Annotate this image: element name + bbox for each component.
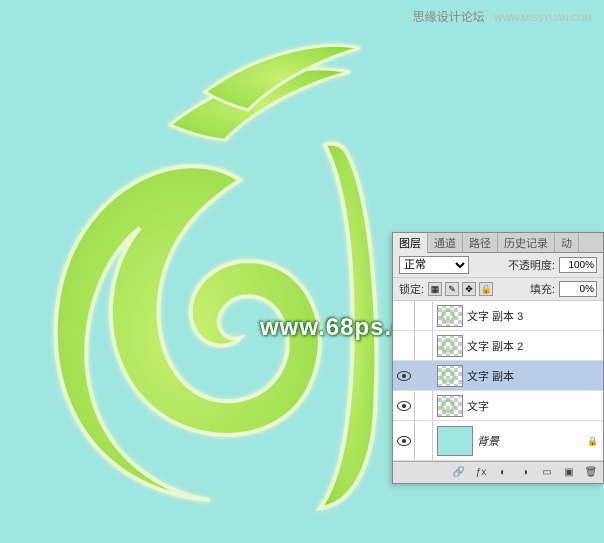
layer-name[interactable]: 背景 — [477, 433, 587, 449]
layer-name[interactable]: 文字 — [467, 398, 603, 414]
layer-thumbnail[interactable] — [437, 426, 473, 456]
visibility-toggle[interactable] — [393, 331, 415, 360]
tab-history[interactable]: 历史记录 — [498, 233, 555, 253]
eye-icon — [397, 371, 411, 381]
fill-input[interactable] — [559, 281, 597, 297]
fx-icon[interactable]: ƒx — [473, 466, 489, 480]
adjustment-icon[interactable]: ◑ — [517, 466, 533, 480]
lock-icon: 🔒 — [587, 436, 597, 446]
link-col[interactable] — [415, 361, 433, 390]
eye-icon — [397, 401, 411, 411]
lock-all-icon[interactable]: 🔒 — [479, 282, 493, 296]
layer-row[interactable]: 背景 🔒 — [393, 421, 603, 461]
watermark-top-text: 思缘设计论坛 — [413, 10, 485, 24]
panel-tabs: 图层 通道 路径 历史记录 动 — [393, 233, 603, 253]
layer-thumbnail[interactable] — [437, 305, 463, 327]
logo-graphic — [30, 30, 400, 520]
trash-icon[interactable]: 🗑 — [583, 466, 599, 480]
opacity-input[interactable] — [559, 257, 597, 273]
visibility-toggle[interactable] — [393, 361, 415, 390]
lock-label: 锁定: — [399, 281, 424, 297]
folder-icon[interactable]: ▭ — [539, 466, 555, 480]
tab-channels[interactable]: 通道 — [428, 233, 463, 253]
tab-layers[interactable]: 图层 — [393, 233, 428, 253]
layer-name[interactable]: 文字 副本 2 — [467, 338, 603, 354]
mask-icon[interactable]: ◐ — [495, 466, 511, 480]
eye-icon — [397, 436, 411, 446]
layer-row[interactable]: 文字 — [393, 391, 603, 421]
layer-row[interactable]: 文字 副本 3 — [393, 301, 603, 331]
layer-thumbnail[interactable] — [437, 335, 463, 357]
layers-list: 文字 副本 3 文字 副本 2 文字 副本 文字 背景 🔒 — [393, 301, 603, 461]
tab-paths[interactable]: 路径 — [463, 233, 498, 253]
layers-panel: 图层 通道 路径 历史记录 动 正常 不透明度: 锁定: ▦ ✎ ✥ 🔒 填充:… — [392, 232, 604, 484]
lock-fill-row: 锁定: ▦ ✎ ✥ 🔒 填充: — [393, 278, 603, 301]
watermark-top: 思缘设计论坛 WWW.MISSYUAN.COM — [413, 8, 592, 25]
visibility-toggle[interactable] — [393, 391, 415, 420]
link-col[interactable] — [415, 331, 433, 360]
watermark-top-sub: WWW.MISSYUAN.COM — [494, 13, 592, 23]
link-col[interactable] — [415, 391, 433, 420]
link-col[interactable] — [415, 421, 433, 460]
lock-position-icon[interactable]: ✥ — [462, 282, 476, 296]
fill-label: 填充: — [530, 281, 555, 297]
link-layers-icon[interactable]: 🔗 — [451, 466, 467, 480]
layer-row[interactable]: 文字 副本 — [393, 361, 603, 391]
blend-opacity-row: 正常 不透明度: — [393, 253, 603, 278]
layer-thumbnail[interactable] — [437, 395, 463, 417]
opacity-label: 不透明度: — [508, 257, 555, 273]
layer-thumbnail[interactable] — [437, 365, 463, 387]
lock-pixels-icon[interactable]: ✎ — [445, 282, 459, 296]
lock-icons-group: ▦ ✎ ✥ 🔒 — [428, 282, 493, 296]
visibility-toggle[interactable] — [393, 421, 415, 460]
link-col[interactable] — [415, 301, 433, 330]
blend-mode-select[interactable]: 正常 — [399, 256, 469, 274]
tab-actions[interactable]: 动 — [555, 233, 579, 253]
layer-name[interactable]: 文字 副本 — [467, 368, 603, 384]
visibility-toggle[interactable] — [393, 301, 415, 330]
new-layer-icon[interactable]: ▣ — [561, 466, 577, 480]
lock-transparency-icon[interactable]: ▦ — [428, 282, 442, 296]
panel-footer: 🔗 ƒx ◐ ◑ ▭ ▣ 🗑 — [393, 461, 603, 483]
layer-name[interactable]: 文字 副本 3 — [467, 308, 603, 324]
layer-row[interactable]: 文字 副本 2 — [393, 331, 603, 361]
